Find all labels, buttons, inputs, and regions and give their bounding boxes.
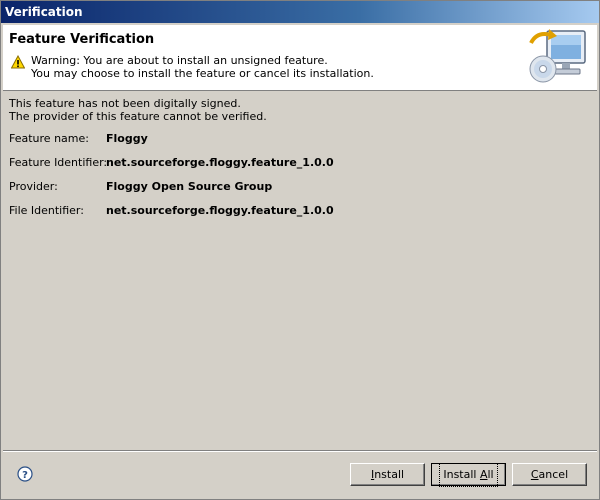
install-all-button[interactable]: Install All bbox=[431, 462, 506, 487]
field-label: Provider: bbox=[9, 180, 58, 193]
window-title: Verification bbox=[5, 5, 83, 19]
signature-notice: This feature has not been digitally sign… bbox=[9, 97, 589, 123]
help-icon[interactable]: ? bbox=[17, 466, 33, 482]
svg-text:?: ? bbox=[22, 470, 28, 481]
verification-dialog: Verification Feature Verification Warnin… bbox=[0, 0, 600, 500]
banner: Feature Verification Warning: You are ab… bbox=[3, 25, 597, 91]
field-value: net.sourceforge.floggy.feature_1.0.0 bbox=[106, 156, 334, 169]
install-all-button-label: Install All bbox=[439, 462, 498, 487]
field-label: Feature Identifier: bbox=[9, 156, 108, 169]
field-label: File Identifier: bbox=[9, 204, 84, 217]
notice-line-1: This feature has not been digitally sign… bbox=[9, 97, 241, 110]
notice-line-2: The provider of this feature cannot be v… bbox=[9, 110, 267, 123]
install-computer-cd-icon bbox=[529, 29, 586, 83]
field-value: Floggy bbox=[106, 132, 148, 145]
install-button-label: Install bbox=[370, 467, 405, 481]
field-value: Floggy Open Source Group bbox=[106, 180, 273, 193]
details-panel: This feature has not been digitally sign… bbox=[9, 97, 589, 217]
field-label: Feature name: bbox=[9, 132, 89, 145]
warning-line-1: Warning: You are about to install an uns… bbox=[31, 54, 328, 67]
warning-line-2: You may choose to install the feature or… bbox=[31, 67, 374, 80]
button-bar-separator bbox=[3, 450, 597, 452]
window-titlebar[interactable]: Verification bbox=[1, 1, 599, 23]
warning-icon bbox=[11, 55, 25, 69]
install-button[interactable]: Install bbox=[350, 463, 425, 486]
cancel-button-label: Cancel bbox=[530, 467, 569, 481]
cancel-button[interactable]: Cancel bbox=[512, 463, 587, 486]
banner-warning-message: Warning: You are about to install an uns… bbox=[31, 54, 374, 80]
field-value: net.sourceforge.floggy.feature_1.0.0 bbox=[106, 204, 334, 217]
banner-title: Feature Verification bbox=[9, 32, 155, 47]
